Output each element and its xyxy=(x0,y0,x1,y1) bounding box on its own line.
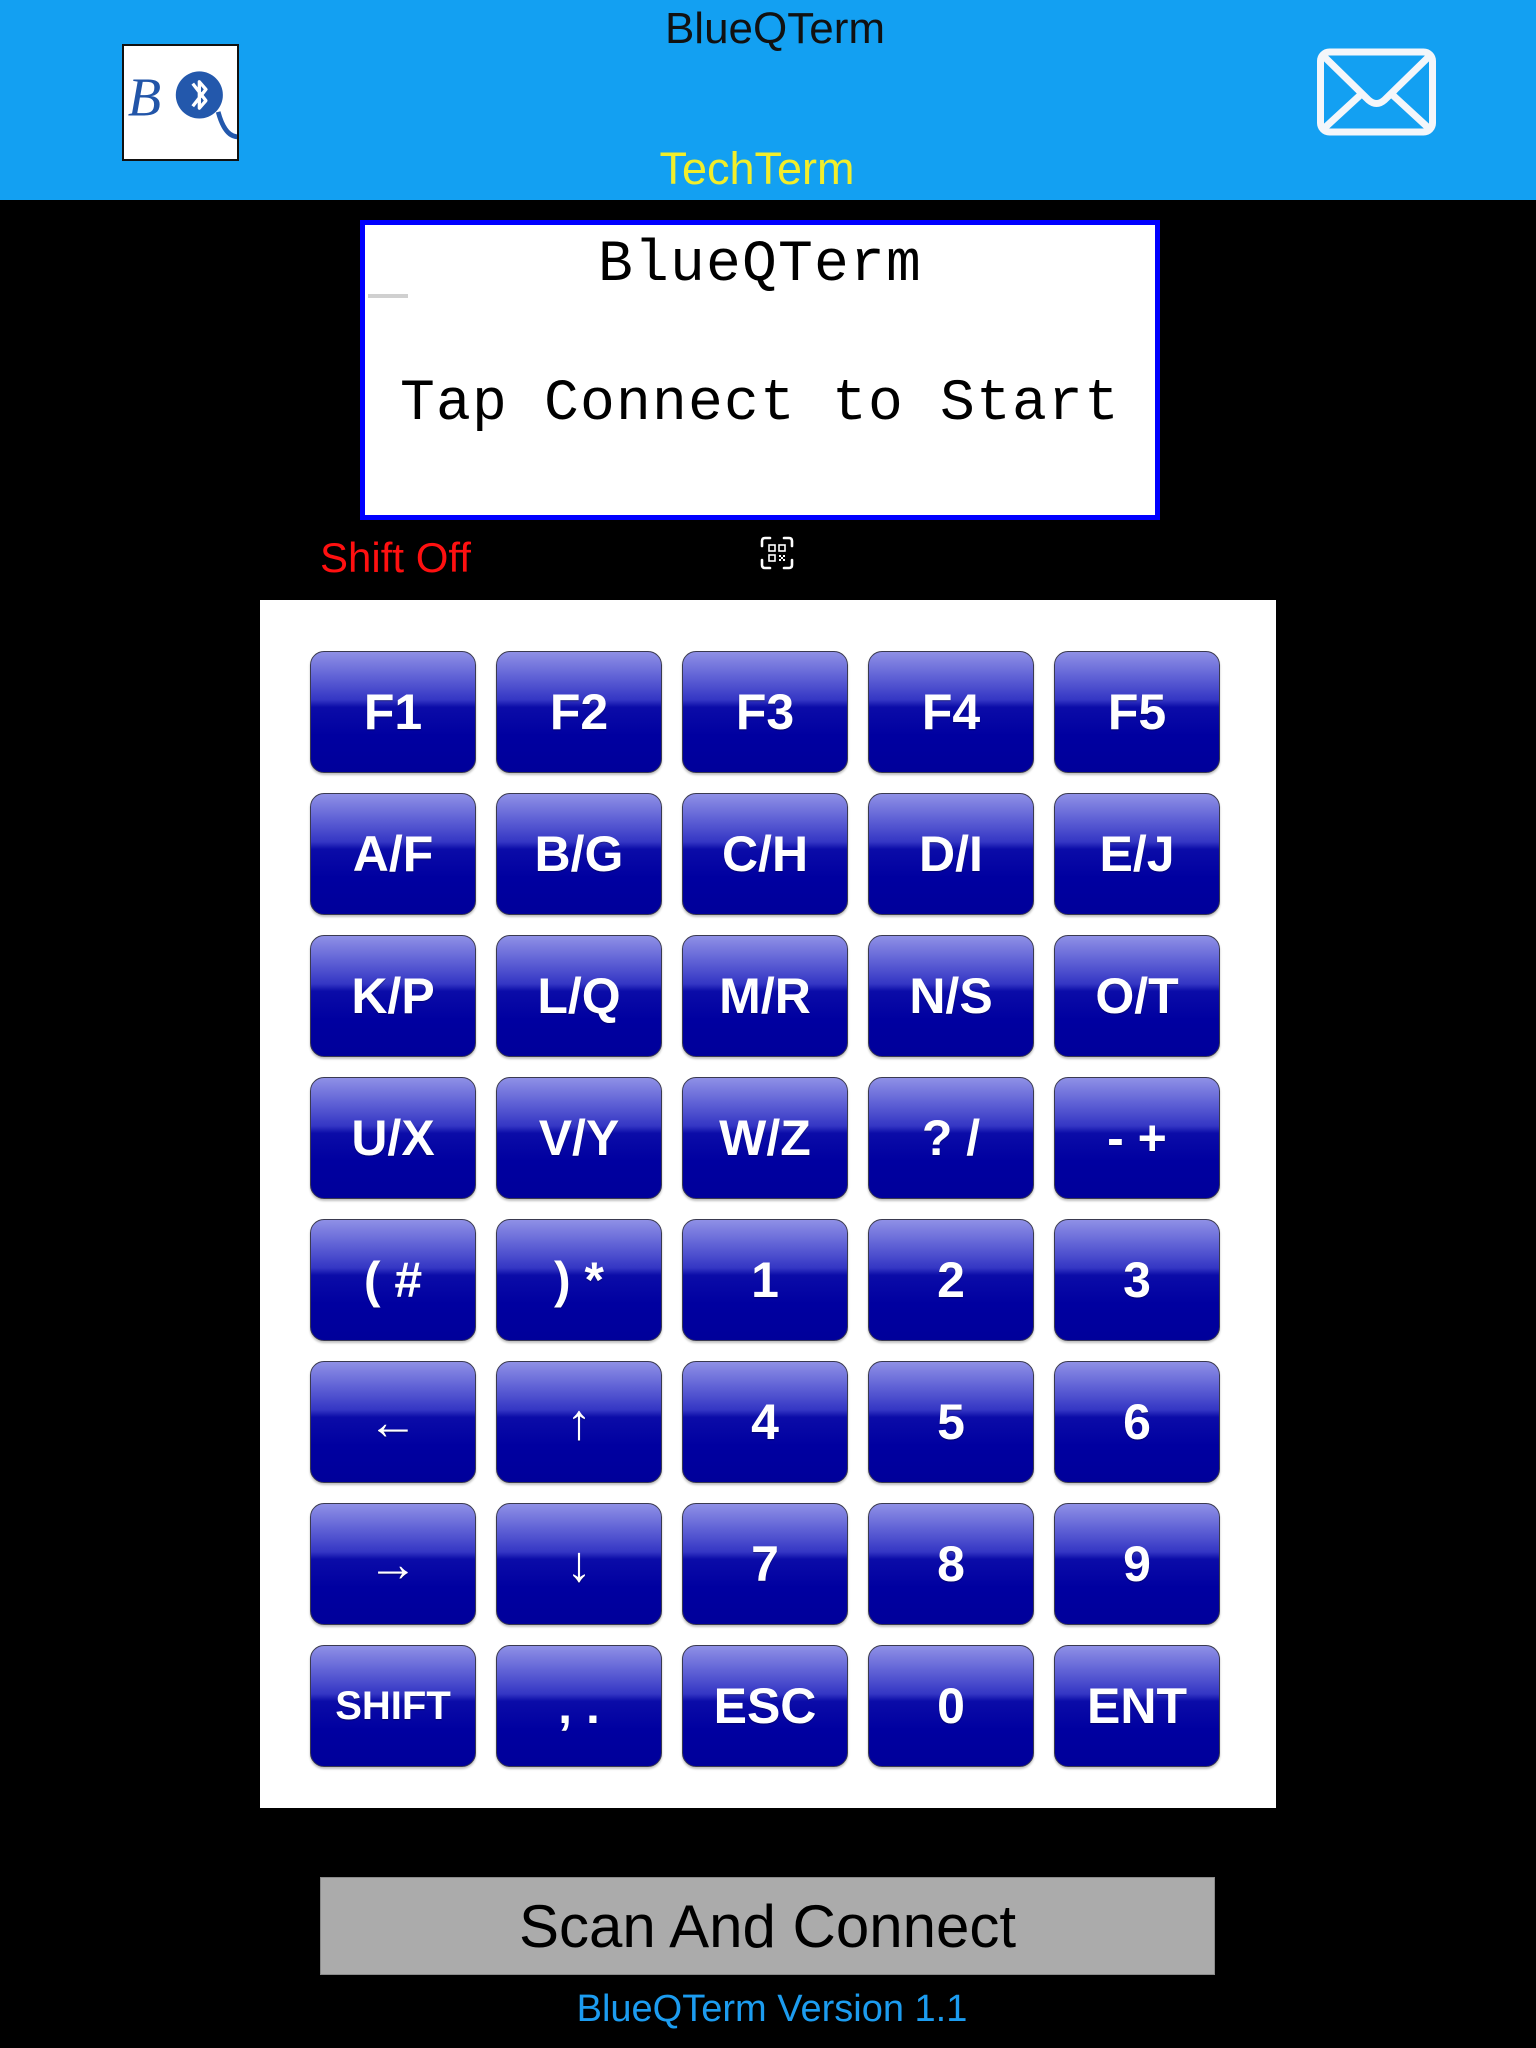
key-f3[interactable]: F3 xyxy=(682,651,848,773)
key-label: F3 xyxy=(735,684,795,740)
key-5[interactable]: 5 xyxy=(868,1361,1034,1483)
key-label: V/Y xyxy=(538,1110,620,1166)
key-u-x[interactable]: U/X xyxy=(310,1077,476,1199)
key-o-t[interactable]: O/T xyxy=(1054,935,1220,1057)
key-label: W/Z xyxy=(719,1110,811,1166)
key-c-h[interactable]: C/H xyxy=(682,793,848,915)
key-9[interactable]: 9 xyxy=(1054,1503,1220,1625)
key-label: B/G xyxy=(534,826,624,882)
key-label: ( # xyxy=(363,1252,423,1308)
key-label: N/S xyxy=(909,968,993,1024)
key-m-r[interactable]: M/R xyxy=(682,935,848,1057)
scan-and-connect-label: Scan And Connect xyxy=(518,1892,1017,1960)
key-b-g[interactable]: B/G xyxy=(496,793,662,915)
terminal-line: BlueQTerm xyxy=(597,233,923,298)
key-label: A/F xyxy=(352,826,434,882)
key-arrow-right[interactable]: → xyxy=(310,1503,476,1625)
key-esc[interactable]: ESC xyxy=(682,1645,848,1767)
key-label: 0 xyxy=(937,1678,965,1734)
key-question-slash[interactable]: ? / xyxy=(868,1077,1034,1199)
key-label: F1 xyxy=(363,684,423,740)
key-label: ? / xyxy=(921,1110,981,1166)
key-label: M/R xyxy=(719,968,811,1024)
key-label: ENT xyxy=(1087,1678,1187,1734)
key-label: F2 xyxy=(549,684,609,740)
key-1[interactable]: 1 xyxy=(682,1219,848,1341)
key-ent[interactable]: ENT xyxy=(1054,1645,1220,1767)
key-3[interactable]: 3 xyxy=(1054,1219,1220,1341)
key-label: ↓ xyxy=(566,1536,592,1592)
scan-and-connect-button[interactable]: Scan And Connect xyxy=(320,1877,1215,1975)
key-2[interactable]: 2 xyxy=(868,1219,1034,1341)
key-d-i[interactable]: D/I xyxy=(868,793,1034,915)
mail-button[interactable] xyxy=(1316,48,1437,136)
app-title: BlueQTerm xyxy=(664,4,886,53)
key-label: SHIFT xyxy=(335,1683,451,1728)
key-arrow-up[interactable]: ↑ xyxy=(496,1361,662,1483)
key-label: D/I xyxy=(919,826,983,882)
key-label: - + xyxy=(1107,1110,1167,1166)
key-f5[interactable]: F5 xyxy=(1054,651,1220,773)
qr-scan-icon xyxy=(760,536,794,570)
app-subtitle: TechTerm xyxy=(659,143,855,194)
mail-icon xyxy=(1317,48,1436,136)
key-arrow-down[interactable]: ↓ xyxy=(496,1503,662,1625)
key-8[interactable]: 8 xyxy=(868,1503,1034,1625)
key-label: → xyxy=(368,1536,418,1592)
keypad: F1 F2 F3 F4 F5 A/F B/G C/H D/I E/J K/P L/Q M/R N/S O/T… xyxy=(260,600,1276,1808)
key-arrow-left[interactable]: ← xyxy=(310,1361,476,1483)
key-label: 7 xyxy=(751,1536,779,1592)
key-shift[interactable]: SHIFT xyxy=(310,1645,476,1767)
terminal-display[interactable]: BlueQTerm Tap Connect to Start xyxy=(360,220,1160,520)
key-label: 8 xyxy=(937,1536,965,1592)
key-label: L/Q xyxy=(537,968,621,1024)
key-label: 1 xyxy=(751,1252,779,1308)
key-k-p[interactable]: K/P xyxy=(310,935,476,1057)
key-label: ESC xyxy=(713,1678,817,1734)
shift-status: Shift Off xyxy=(320,534,471,581)
key-label: 2 xyxy=(937,1252,965,1308)
key-v-y[interactable]: V/Y xyxy=(496,1077,662,1199)
key-w-z[interactable]: W/Z xyxy=(682,1077,848,1199)
key-label: 9 xyxy=(1123,1536,1151,1592)
key-f4[interactable]: F4 xyxy=(868,651,1034,773)
key-4[interactable]: 4 xyxy=(682,1361,848,1483)
key-label: 4 xyxy=(751,1394,779,1450)
key-e-j[interactable]: E/J xyxy=(1054,793,1220,915)
app-header: B BlueQTerm TechTerm xyxy=(0,0,1536,200)
key-f2[interactable]: F2 xyxy=(496,651,662,773)
svg-text:B: B xyxy=(128,67,161,128)
key-7[interactable]: 7 xyxy=(682,1503,848,1625)
key-a-f[interactable]: A/F xyxy=(310,793,476,915)
key-label: K/P xyxy=(351,968,435,1024)
key-6[interactable]: 6 xyxy=(1054,1361,1220,1483)
key-0[interactable]: 0 xyxy=(868,1645,1034,1767)
key-label: 5 xyxy=(937,1394,965,1450)
key-f1[interactable]: F1 xyxy=(310,651,476,773)
qr-scan-button[interactable] xyxy=(759,535,795,571)
key-l-q[interactable]: L/Q xyxy=(496,935,662,1057)
terminal-line: Tap Connect to Start xyxy=(399,372,1121,437)
key-label: ↑ xyxy=(566,1394,592,1450)
key-label: , . xyxy=(558,1678,600,1734)
version-label: BlueQTerm Version 1.1 xyxy=(576,1988,968,2030)
key-label: 3 xyxy=(1123,1252,1151,1308)
key-label: O/T xyxy=(1095,968,1179,1024)
key-minus-plus[interactable]: - + xyxy=(1054,1077,1220,1199)
key-label: C/H xyxy=(721,826,809,882)
key-n-s[interactable]: N/S xyxy=(868,935,1034,1057)
key-label: U/X xyxy=(351,1110,435,1166)
key-label: E/J xyxy=(1099,826,1175,882)
key-label: ← xyxy=(368,1394,418,1450)
key-paren-star[interactable]: ) * xyxy=(496,1219,662,1341)
key-comma-period[interactable]: , . xyxy=(496,1645,662,1767)
key-paren-hash[interactable]: ( # xyxy=(310,1219,476,1341)
key-label: F4 xyxy=(921,684,981,740)
key-label: 6 xyxy=(1123,1394,1151,1450)
key-label: F5 xyxy=(1107,684,1167,740)
key-label: ) * xyxy=(554,1252,604,1308)
